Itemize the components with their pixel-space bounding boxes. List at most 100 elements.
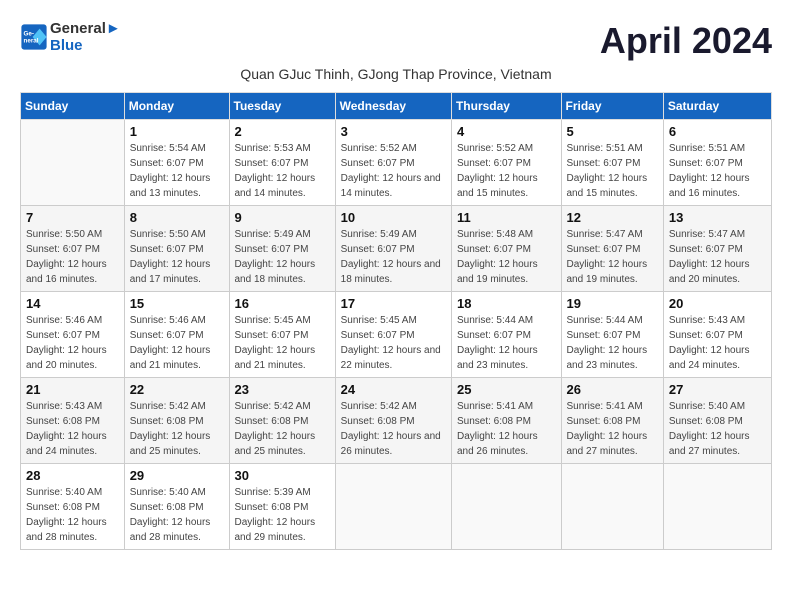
day-info: Sunrise: 5:44 AMSunset: 6:07 PMDaylight:…	[457, 313, 556, 373]
day-info: Sunrise: 5:47 AMSunset: 6:07 PMDaylight:…	[669, 227, 766, 287]
logo-text-line1: General►	[50, 20, 121, 37]
day-number: 19	[567, 296, 658, 311]
calendar-cell	[451, 464, 561, 550]
calendar-cell: 24 Sunrise: 5:42 AMSunset: 6:08 PMDayligh…	[335, 378, 451, 464]
day-number: 1	[130, 124, 224, 139]
day-number: 4	[457, 124, 556, 139]
calendar-cell: 26Sunrise: 5:41 AMSunset: 6:08 PMDayligh…	[561, 378, 663, 464]
day-header-thursday: Thursday	[451, 93, 561, 120]
calendar-cell: 11 Sunrise: 5:48 AMSunset: 6:07 PMDayligh…	[451, 206, 561, 292]
day-number: 9	[235, 210, 330, 225]
logo: Ge- neral General► Blue	[20, 20, 121, 54]
day-info: Sunrise: 5:44 AMSunset: 6:07 PMDaylight:…	[567, 313, 658, 373]
day-info: Sunrise: 5:47 AMSunset: 6:07 PMDaylight:…	[567, 227, 658, 287]
day-info: Sunrise: 5:50 AMSunset: 6:07 PMDaylight:…	[130, 227, 224, 287]
day-number: 26	[567, 382, 658, 397]
day-number: 28	[26, 468, 119, 483]
day-info: Sunrise: 5:42 AMSunset: 6:08 PMDaylight:…	[341, 399, 446, 459]
svg-text:neral: neral	[24, 38, 39, 45]
week-row-3: 14Sunrise: 5:46 AMSunset: 6:07 PMDayligh…	[21, 292, 772, 378]
calendar-cell: 3 Sunrise: 5:52 AMSunset: 6:07 PMDaylight…	[335, 120, 451, 206]
day-number: 11	[457, 210, 556, 225]
svg-text:Ge-: Ge-	[24, 31, 35, 38]
calendar-cell: 9 Sunrise: 5:49 AMSunset: 6:07 PMDaylight…	[229, 206, 335, 292]
calendar-cell: 13Sunrise: 5:47 AMSunset: 6:07 PMDayligh…	[663, 206, 771, 292]
day-number: 23	[235, 382, 330, 397]
day-number: 17	[341, 296, 446, 311]
day-info: Sunrise: 5:46 AMSunset: 6:07 PMDaylight:…	[26, 313, 119, 373]
page-header: Ge- neral General► Blue April 2024	[20, 20, 772, 62]
calendar-cell: 17 Sunrise: 5:45 AMSunset: 6:07 PMDayligh…	[335, 292, 451, 378]
day-info: Sunrise: 5:51 AMSunset: 6:07 PMDaylight:…	[669, 141, 766, 201]
day-header-wednesday: Wednesday	[335, 93, 451, 120]
day-number: 12	[567, 210, 658, 225]
day-number: 20	[669, 296, 766, 311]
day-info: Sunrise: 5:52 AMSunset: 6:07 PMDaylight:…	[341, 141, 446, 201]
day-info: Sunrise: 5:42 AMSunset: 6:08 PMDaylight:…	[235, 399, 330, 459]
day-info: Sunrise: 5:45 AMSunset: 6:07 PMDaylight:…	[235, 313, 330, 373]
calendar-cell: 1 Sunrise: 5:54 AMSunset: 6:07 PMDaylight…	[124, 120, 229, 206]
day-header-saturday: Saturday	[663, 93, 771, 120]
day-info: Sunrise: 5:52 AMSunset: 6:07 PMDaylight:…	[457, 141, 556, 201]
calendar-cell: 6 Sunrise: 5:51 AMSunset: 6:07 PMDaylight…	[663, 120, 771, 206]
day-info: Sunrise: 5:46 AMSunset: 6:07 PMDaylight:…	[130, 313, 224, 373]
day-number: 24	[341, 382, 446, 397]
day-number: 2	[235, 124, 330, 139]
calendar-cell: 28 Sunrise: 5:40 AMSunset: 6:08 PMDayligh…	[21, 464, 125, 550]
day-number: 16	[235, 296, 330, 311]
day-info: Sunrise: 5:45 AMSunset: 6:07 PMDaylight:…	[341, 313, 446, 373]
calendar-cell: 30 Sunrise: 5:39 AMSunset: 6:08 PMDayligh…	[229, 464, 335, 550]
calendar-cell	[561, 464, 663, 550]
day-number: 29	[130, 468, 224, 483]
day-info: Sunrise: 5:40 AMSunset: 6:08 PMDaylight:…	[26, 485, 119, 545]
day-info: Sunrise: 5:43 AMSunset: 6:07 PMDaylight:…	[669, 313, 766, 373]
calendar-cell: 5 Sunrise: 5:51 AMSunset: 6:07 PMDaylight…	[561, 120, 663, 206]
day-info: Sunrise: 5:41 AMSunset: 6:08 PMDaylight:…	[457, 399, 556, 459]
day-header-tuesday: Tuesday	[229, 93, 335, 120]
day-info: Sunrise: 5:50 AMSunset: 6:07 PMDaylight:…	[26, 227, 119, 287]
day-info: Sunrise: 5:49 AMSunset: 6:07 PMDaylight:…	[341, 227, 446, 287]
day-header-friday: Friday	[561, 93, 663, 120]
calendar-table: SundayMondayTuesdayWednesdayThursdayFrid…	[20, 92, 772, 550]
calendar-cell: 8 Sunrise: 5:50 AMSunset: 6:07 PMDaylight…	[124, 206, 229, 292]
day-info: Sunrise: 5:40 AMSunset: 6:08 PMDaylight:…	[669, 399, 766, 459]
month-title: April 2024	[600, 20, 772, 62]
day-info: Sunrise: 5:43 AMSunset: 6:08 PMDaylight:…	[26, 399, 119, 459]
calendar-cell: 4 Sunrise: 5:52 AMSunset: 6:07 PMDaylight…	[451, 120, 561, 206]
calendar-cell: 21Sunrise: 5:43 AMSunset: 6:08 PMDayligh…	[21, 378, 125, 464]
day-number: 5	[567, 124, 658, 139]
week-row-1: 1 Sunrise: 5:54 AMSunset: 6:07 PMDaylight…	[21, 120, 772, 206]
week-row-4: 21Sunrise: 5:43 AMSunset: 6:08 PMDayligh…	[21, 378, 772, 464]
calendar-cell: 22 Sunrise: 5:42 AMSunset: 6:08 PMDayligh…	[124, 378, 229, 464]
calendar-cell: 29Sunrise: 5:40 AMSunset: 6:08 PMDayligh…	[124, 464, 229, 550]
week-row-5: 28 Sunrise: 5:40 AMSunset: 6:08 PMDayligh…	[21, 464, 772, 550]
day-number: 15	[130, 296, 224, 311]
day-info: Sunrise: 5:39 AMSunset: 6:08 PMDaylight:…	[235, 485, 330, 545]
day-number: 6	[669, 124, 766, 139]
day-info: Sunrise: 5:49 AMSunset: 6:07 PMDaylight:…	[235, 227, 330, 287]
day-number: 18	[457, 296, 556, 311]
calendar-cell	[21, 120, 125, 206]
day-header-monday: Monday	[124, 93, 229, 120]
day-number: 25	[457, 382, 556, 397]
calendar-cell: 25 Sunrise: 5:41 AMSunset: 6:08 PMDayligh…	[451, 378, 561, 464]
day-info: Sunrise: 5:53 AMSunset: 6:07 PMDaylight:…	[235, 141, 330, 201]
day-info: Sunrise: 5:54 AMSunset: 6:07 PMDaylight:…	[130, 141, 224, 201]
day-info: Sunrise: 5:48 AMSunset: 6:07 PMDaylight:…	[457, 227, 556, 287]
logo-text-line2: Blue	[50, 37, 121, 54]
calendar-cell	[335, 464, 451, 550]
calendar-cell: 16 Sunrise: 5:45 AMSunset: 6:07 PMDayligh…	[229, 292, 335, 378]
day-number: 3	[341, 124, 446, 139]
subtitle: Quan GJuc Thinh, GJong Thap Province, Vi…	[20, 66, 772, 82]
day-info: Sunrise: 5:42 AMSunset: 6:08 PMDaylight:…	[130, 399, 224, 459]
calendar-cell: 19 Sunrise: 5:44 AMSunset: 6:07 PMDayligh…	[561, 292, 663, 378]
day-number: 8	[130, 210, 224, 225]
calendar-cell: 14Sunrise: 5:46 AMSunset: 6:07 PMDayligh…	[21, 292, 125, 378]
day-number: 30	[235, 468, 330, 483]
day-info: Sunrise: 5:51 AMSunset: 6:07 PMDaylight:…	[567, 141, 658, 201]
calendar-cell: 23 Sunrise: 5:42 AMSunset: 6:08 PMDayligh…	[229, 378, 335, 464]
calendar-cell: 20 Sunrise: 5:43 AMSunset: 6:07 PMDayligh…	[663, 292, 771, 378]
calendar-cell: 10Sunrise: 5:49 AMSunset: 6:07 PMDayligh…	[335, 206, 451, 292]
calendar-cell: 7Sunrise: 5:50 AMSunset: 6:07 PMDaylight…	[21, 206, 125, 292]
day-number: 22	[130, 382, 224, 397]
